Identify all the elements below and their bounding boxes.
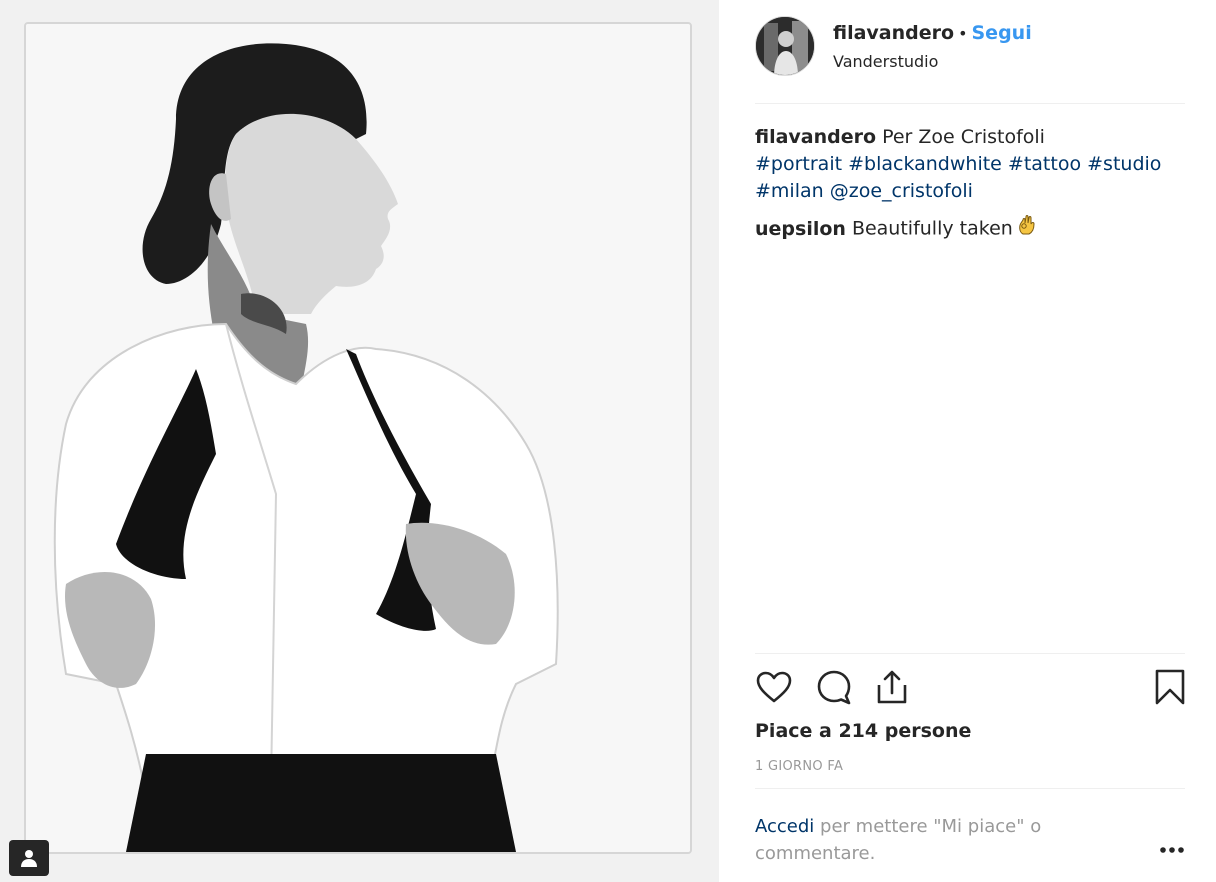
comment-bubble-icon [817,670,851,705]
login-link[interactable]: Accedi [755,816,814,837]
comment-username[interactable]: uepsilon [755,218,846,240]
ok-hand-emoji-icon [1017,214,1037,244]
caption-username[interactable]: filavandero [755,126,876,148]
caption-text: Per Zoe Cristofoli [882,126,1045,148]
comment-button[interactable] [815,668,853,706]
login-prompt: Accedi per mettere "Mi piace" o commenta… [755,813,1085,867]
hashtag-link[interactable]: #portrait [755,153,842,175]
post-media-pane [0,0,719,882]
post-photo[interactable] [24,22,692,854]
bookmark-icon [1155,669,1185,705]
header-name-row: filavandero • Segui [833,22,1032,44]
post-side-pane: filavandero • Segui Vanderstudio filavande… [719,0,1216,882]
hashtag-link[interactable]: #milan [755,180,824,202]
hashtag-link[interactable]: #blackandwhite [848,153,1002,175]
heart-icon [756,671,792,703]
post-timestamp[interactable]: 1 GIORNO FA [755,759,843,774]
comment-text: Beautifully taken [851,217,1013,240]
caption-comment: filavandero Per Zoe Cristofoli #portrait … [755,124,1175,205]
share-icon [877,670,907,704]
ellipsis-icon [1160,847,1184,853]
more-options-button[interactable] [1157,838,1187,862]
comment-item: uepsilon Beautifully taken [755,214,1175,244]
header-separator: • [958,24,968,43]
share-button[interactable] [873,668,911,706]
tagged-users-button[interactable] [9,840,49,876]
avatar[interactable] [755,16,815,76]
login-divider [755,788,1185,789]
post-header: filavandero • Segui Vanderstudio [755,16,1185,104]
like-button[interactable] [755,668,793,706]
portrait-photo-illustration [26,24,690,852]
likes-count[interactable]: Piace a 214 persone [755,720,971,742]
follow-button[interactable]: Segui [972,22,1032,44]
user-icon [21,850,37,867]
mention-link[interactable]: @zoe_cristofoli [830,180,973,202]
avatar-image [756,17,814,75]
location-link[interactable]: Vanderstudio [833,52,938,71]
save-button[interactable] [1151,668,1189,706]
post-author-username[interactable]: filavandero [833,22,954,44]
actions-divider [755,653,1185,654]
hashtag-link[interactable]: #studio [1087,153,1161,175]
comments-section: filavandero Per Zoe Cristofoli #portrait … [755,124,1175,253]
hashtag-link[interactable]: #tattoo [1008,153,1081,175]
action-bar [755,668,1185,708]
